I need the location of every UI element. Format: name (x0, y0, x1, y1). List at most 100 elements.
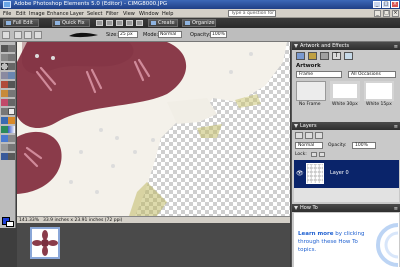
text-effects-icon[interactable]: T (332, 52, 341, 60)
howto-text[interactable]: Learn more by clicking through these How… (298, 230, 365, 254)
effects-icon[interactable] (308, 52, 317, 60)
sponge-tool-icon[interactable] (1, 144, 8, 151)
layer-opacity-label: Opacity: (328, 143, 347, 148)
clone-stamp-tool-icon[interactable] (1, 108, 8, 115)
full-edit-button[interactable]: Full Edit (3, 19, 39, 27)
opacity-input[interactable]: 100% (210, 31, 227, 38)
layers-panel-header[interactable]: Layers ≡ (292, 122, 400, 130)
lock-transparency-icon[interactable] (311, 152, 317, 157)
photo-bin (17, 223, 290, 267)
create-label: Create (158, 20, 175, 26)
maximize-button[interactable]: □ (382, 1, 390, 8)
save-icon[interactable] (116, 20, 123, 26)
frame-thumb-white-15[interactable] (364, 81, 394, 101)
help-search-input[interactable]: Type a question for help (228, 10, 276, 17)
doc-close-button[interactable]: × (392, 10, 399, 17)
panel-menu-icon[interactable]: ≡ (394, 123, 398, 131)
smudge-tool-icon[interactable] (8, 144, 15, 151)
collapse-triangle-icon[interactable] (294, 124, 298, 128)
howto-content: Learn more by clicking through these How… (294, 213, 399, 267)
pencil-tool-icon[interactable] (1, 153, 8, 160)
collapse-triangle-icon[interactable] (294, 206, 298, 210)
organize-button[interactable]: Organize (182, 19, 216, 27)
create-button[interactable]: Create (148, 19, 178, 27)
eraser-tool-icon[interactable] (8, 108, 15, 115)
open-file-icon[interactable] (106, 20, 113, 26)
layer-row[interactable]: 👁 Layer 0 (294, 160, 399, 188)
favorites-icon[interactable] (344, 52, 353, 60)
gradient-tool-icon[interactable] (8, 126, 15, 133)
menu-image[interactable]: Image (29, 11, 45, 17)
photo-thumbnail[interactable] (30, 227, 60, 259)
mode-select[interactable]: Normal (158, 31, 182, 38)
doc-minimize-button[interactable]: _ (374, 10, 381, 17)
layer-opacity-input[interactable]: 100% (352, 142, 376, 149)
marquee-tool-icon[interactable] (1, 63, 8, 70)
menu-layer[interactable]: Layer (70, 11, 84, 17)
undo-icon[interactable] (136, 20, 143, 26)
menu-window[interactable]: Window (139, 11, 159, 17)
menu-view[interactable]: View (123, 11, 135, 17)
smart-brush-tool-icon[interactable] (8, 117, 15, 124)
eraser-mode-icon[interactable] (14, 31, 22, 39)
cookie-cutter-tool-icon[interactable] (1, 90, 8, 97)
image-canvas[interactable] (17, 42, 290, 216)
close-button[interactable]: × (391, 1, 399, 8)
move-tool-icon[interactable] (1, 45, 8, 52)
red-eye-tool-icon[interactable] (1, 99, 8, 106)
panel-menu-icon[interactable]: ≡ (394, 43, 398, 51)
lock-all-icon[interactable] (319, 152, 325, 157)
shape-tool-icon[interactable] (1, 135, 8, 142)
frame-thumb-white-30[interactable] (330, 81, 360, 101)
visibility-eye-icon[interactable]: 👁 (296, 170, 304, 177)
frame-thumb-no-frame[interactable] (296, 81, 326, 101)
collapse-triangle-icon[interactable] (294, 44, 298, 48)
zoom-tool-icon[interactable] (8, 45, 15, 52)
background-color-swatch[interactable] (6, 221, 14, 227)
delete-layer-icon[interactable] (315, 132, 323, 139)
adjustment-layer-icon[interactable] (305, 132, 313, 139)
background-eraser-icon[interactable] (24, 31, 32, 39)
new-layer-icon[interactable] (295, 132, 303, 139)
dodge-tool-icon[interactable] (8, 153, 15, 160)
doc-restore-button[interactable]: □ (383, 10, 390, 17)
tool-preset-icon[interactable] (2, 31, 10, 39)
quick-fix-button[interactable]: Quick Fix (52, 19, 90, 27)
paint-bucket-tool-icon[interactable] (1, 126, 8, 133)
artwork-section-title: Artwork (296, 63, 321, 69)
magic-eraser-icon[interactable] (34, 31, 42, 39)
new-file-icon[interactable] (96, 20, 103, 26)
howto-panel-header[interactable]: How To ≡ (292, 204, 400, 212)
size-input[interactable]: 25 px (118, 31, 138, 38)
blend-mode-select[interactable]: Normal (295, 142, 323, 149)
menu-edit[interactable]: Edit (16, 11, 26, 17)
menu-select[interactable]: Select (87, 11, 102, 17)
artwork-filter-select[interactable]: All Occasions (348, 71, 396, 78)
print-icon[interactable] (126, 20, 133, 26)
blur-tool-icon[interactable] (8, 135, 15, 142)
minimize-button[interactable]: _ (373, 1, 381, 8)
type-tool-icon[interactable] (1, 81, 8, 88)
menu-file[interactable]: File (3, 11, 11, 17)
quick-fix-icon (55, 21, 60, 25)
eyedropper-tool-icon[interactable] (8, 54, 15, 61)
magic-wand-tool-icon[interactable] (1, 72, 8, 79)
brush-preview-icon[interactable] (68, 31, 100, 39)
panel-menu-icon[interactable]: ≡ (394, 205, 398, 213)
artwork-icon[interactable] (296, 52, 305, 60)
menu-help[interactable]: Help (162, 11, 173, 17)
opacity-label: Opacity: (190, 32, 211, 38)
menu-filter[interactable]: Filter (106, 11, 118, 17)
shortcuts-bar: Full Edit Quick Fix Create Organize (0, 18, 400, 28)
filters-icon[interactable] (320, 52, 329, 60)
artwork-panel-header[interactable]: Artwork and Effects ≡ (292, 42, 400, 50)
menu-enhance[interactable]: Enhance (47, 11, 69, 17)
hand-tool-icon[interactable] (1, 54, 8, 61)
lasso-tool-icon[interactable] (8, 63, 15, 70)
healing-brush-tool-icon[interactable] (8, 99, 15, 106)
crop-tool-icon[interactable] (8, 81, 15, 88)
brush-tool-icon[interactable] (1, 117, 8, 124)
straighten-tool-icon[interactable] (8, 90, 15, 97)
artwork-category-select[interactable]: Frame (296, 71, 342, 78)
selection-brush-tool-icon[interactable] (8, 72, 15, 79)
